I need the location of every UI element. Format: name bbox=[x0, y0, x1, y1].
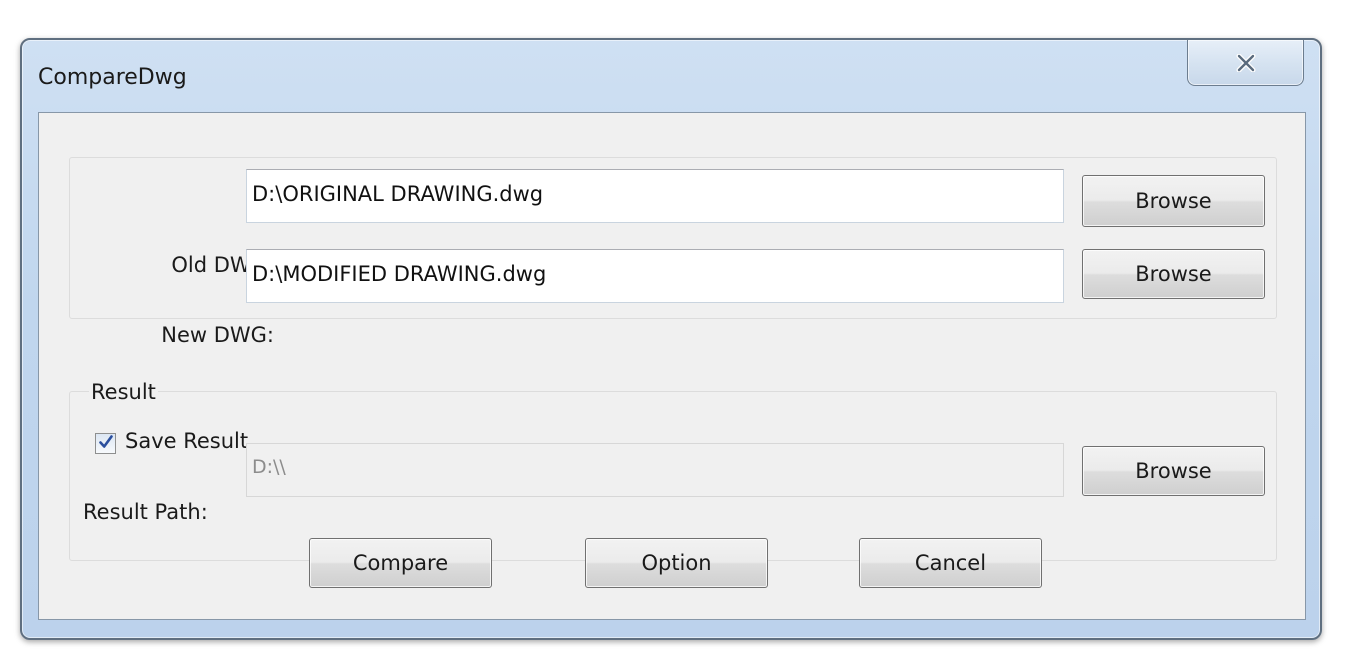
result-path-field[interactable]: D:\\ bbox=[246, 443, 1064, 497]
dialog-client-area: Old DWG: D:\ORIGINAL DRAWING.dwg Browse … bbox=[38, 112, 1306, 620]
cancel-button[interactable]: Cancel bbox=[859, 538, 1042, 588]
save-result-checkbox[interactable] bbox=[95, 433, 116, 454]
result-path-browse-button[interactable]: Browse bbox=[1082, 446, 1265, 496]
window-title: CompareDwg bbox=[38, 65, 187, 90]
save-result-label[interactable]: Save Result bbox=[125, 429, 248, 453]
close-x-icon bbox=[1236, 53, 1256, 72]
checkmark-icon bbox=[98, 434, 114, 454]
option-button[interactable]: Option bbox=[585, 538, 768, 588]
old-dwg-field[interactable]: D:\ORIGINAL DRAWING.dwg bbox=[246, 169, 1064, 223]
new-dwg-browse-button[interactable]: Browse bbox=[1082, 249, 1265, 299]
old-dwg-browse-button[interactable]: Browse bbox=[1082, 175, 1265, 227]
result-path-label: Result Path: bbox=[83, 500, 208, 524]
new-dwg-label: New DWG: bbox=[161, 323, 274, 347]
compare-button[interactable]: Compare bbox=[309, 538, 492, 588]
title-bar[interactable]: CompareDwg bbox=[22, 40, 1320, 112]
background-strip bbox=[0, 0, 1347, 10]
close-button[interactable] bbox=[1187, 40, 1304, 86]
compare-dwg-dialog: CompareDwg Old DWG: D:\ORIGINAL DRAWING.… bbox=[20, 38, 1322, 640]
result-group-title: Result bbox=[89, 380, 158, 404]
new-dwg-field[interactable]: D:\MODIFIED DRAWING.dwg bbox=[246, 249, 1064, 303]
